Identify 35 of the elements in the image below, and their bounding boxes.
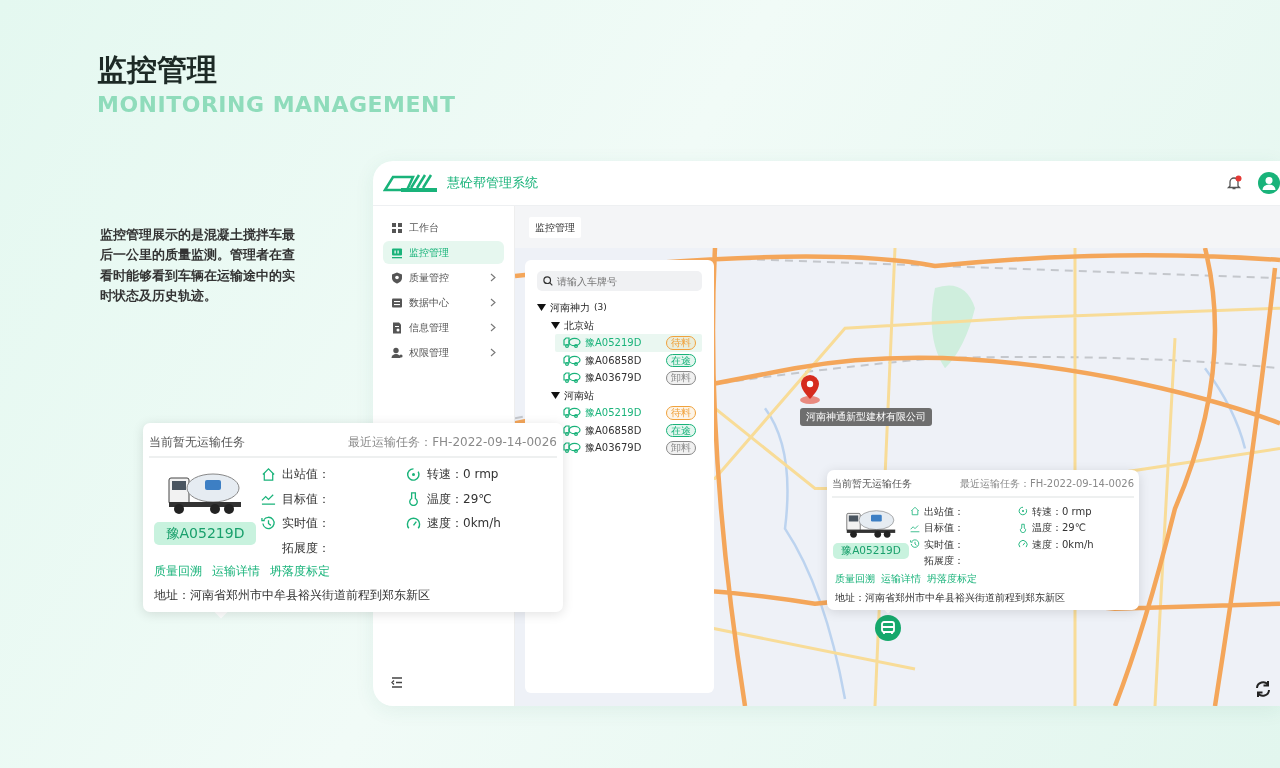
thermometer-icon [406, 491, 421, 507]
recent-task-text: 最近运输任务：FH-2022-09-14-0026 [348, 434, 557, 451]
metric-label: 转速：0 rmp [427, 466, 499, 484]
address-text: 地址：河南省郑州市中牟县裕兴街道前程到郑东新区 [153, 587, 431, 604]
page-subtitle: MONITORING MANAGEMENT [97, 91, 456, 119]
metric-label: 拓展度： [282, 539, 330, 557]
page-tab[interactable]: 监控管理 [529, 216, 581, 238]
collapse-menu-icon[interactable] [391, 677, 403, 688]
rotation-icon [406, 466, 421, 482]
metric-label: 目标值： [282, 490, 330, 508]
monitor-icon [391, 246, 403, 259]
metric-label: 温度：29℃ [427, 490, 492, 508]
home-icon [261, 466, 276, 482]
sidebar-item[interactable]: 质量管控 [383, 266, 504, 289]
metric-label: 速度：0km/h [427, 515, 501, 533]
sidebar-item[interactable]: 信息管理 [383, 316, 504, 339]
history-icon [261, 515, 276, 531]
shield-icon [391, 271, 403, 284]
sidebar-item[interactable]: 权限管理 [383, 341, 504, 364]
user-icon [391, 346, 403, 359]
sidebar-item[interactable]: 工作台 [383, 216, 504, 239]
app-title: 慧砼帮管理系统 [447, 173, 538, 192]
sidebar-item[interactable]: 数据中心 [383, 291, 504, 314]
plate-badge: 豫A05219D [153, 522, 257, 545]
notification-bell-icon[interactable] [1226, 175, 1242, 191]
grid-icon [391, 221, 403, 234]
document-icon [391, 321, 403, 334]
page-title: 监控管理 [97, 52, 218, 88]
gauge-icon [406, 515, 421, 531]
description-text: 监控管理展示的是混凝土搅拌车最后一公里的质量监测。管理者在查看时能够看到车辆在运输途中的实时状态及历史轨迹。 [100, 226, 296, 305]
metric-label: 实时值： [282, 515, 330, 533]
sliders-icon [391, 296, 403, 309]
task-status-text: 当前暂无运输任务 [149, 434, 245, 451]
avatar-icon[interactable] [1258, 172, 1280, 194]
metric-label: 出站值： [282, 466, 330, 484]
